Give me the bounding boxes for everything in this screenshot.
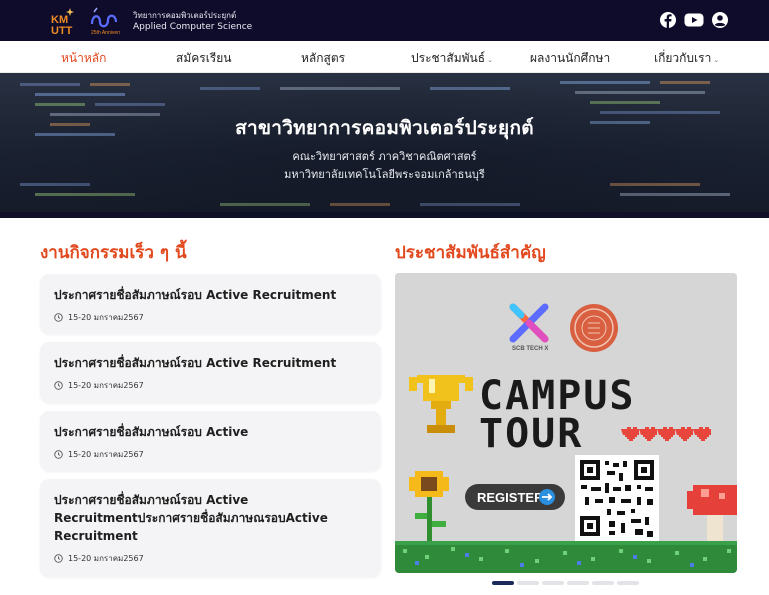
faculty-seal	[570, 304, 618, 352]
hero-title: สาขาวิทยาการคอมพิวเตอร์ประยุกต์	[235, 117, 534, 139]
svg-text:SCB TECH X: SCB TECH X	[512, 346, 548, 352]
youtube-icon[interactable]	[684, 11, 704, 29]
svg-text:TOUR: TOUR	[479, 411, 583, 457]
carousel-dot[interactable]	[517, 581, 539, 585]
org-name-en: Applied Computer Science	[133, 22, 253, 32]
account-icon[interactable]	[711, 11, 729, 29]
clock-icon	[54, 554, 63, 563]
main-nav: หน้าหลัก สมัครเรียน หลักสูตร ประชาสัมพัน…	[0, 41, 769, 73]
clock-icon	[54, 313, 63, 322]
poster-artwork: SCB TECH X CAMPUS TOUR REGISTER	[395, 273, 737, 573]
activity-title: ประกาศรายชื่อสัมภาษณ์รอบ Active	[54, 425, 249, 439]
activity-date-row: 15-20 มกราคม2567	[54, 552, 144, 565]
nav-item-label: ประชาสัมพันธ์	[411, 51, 486, 65]
chevron-down-icon: ⌄	[713, 55, 720, 64]
nav-item-curriculum[interactable]: หลักสูตร	[301, 49, 345, 68]
announcements-section-title: ประชาสัมพันธ์สำคัญ	[395, 243, 546, 263]
hero-overlay	[0, 73, 769, 218]
chevron-down-icon: ⌄	[487, 55, 493, 64]
register-button-graphic: REGISTER	[465, 484, 565, 510]
activity-date-row: 15-20 มกราคม2567	[54, 311, 144, 324]
qr-code	[575, 455, 659, 541]
kmutt-logo[interactable]: KM UTT	[50, 6, 78, 36]
hero-subtitle-university: มหาวิทยาลัยเทคโนโลยีพระจอมเกล้าธนบุรี	[284, 168, 485, 181]
activity-date: 15-20 มกราคม2567	[68, 381, 144, 390]
activity-date: 15-20 มกราคม2567	[68, 313, 144, 322]
activity-date: 15-20 มกราคม2567	[68, 450, 144, 459]
nav-item-label: หน้าหลัก	[61, 51, 107, 65]
nav-item-student-works[interactable]: ผลงานนักศึกษา	[530, 49, 610, 68]
nav-item-home[interactable]: หน้าหลัก	[61, 49, 106, 68]
acs-logo[interactable]: 25th Anniversary	[88, 6, 120, 36]
activity-card[interactable]: ประกาศรายชื่อสัมภาษณ์รอบ Active 15-20 มก…	[40, 411, 381, 471]
activity-title: ประกาศรายชื่อสัมภาษณ์รอบ Active Recruitm…	[54, 356, 337, 370]
facebook-icon[interactable]	[659, 11, 677, 29]
nav-item-label: เกี่ยวกับเรา	[654, 51, 712, 65]
nav-item-label: หลักสูตร	[301, 51, 346, 65]
activity-title: ประกาศรายชื่อสัมภาษณ์รอบ Active Recruitm…	[54, 288, 337, 302]
nav-item-label: สมัครเรียน	[176, 51, 232, 65]
nav-item-apply[interactable]: สมัครเรียน	[176, 49, 232, 68]
campus-tour-poster[interactable]: SCB TECH X CAMPUS TOUR REGISTER	[395, 273, 737, 573]
nav-item-news[interactable]: ประชาสัมพันธ์ ⌄	[411, 49, 493, 68]
pixel-grass	[395, 541, 737, 573]
carousel-dot[interactable]	[592, 581, 614, 585]
activity-card[interactable]: ประกาศรายชื่อสัมภาษณ์รอบ Active Recruitm…	[40, 342, 381, 403]
svg-text:UTT: UTT	[51, 25, 73, 36]
activity-date: 15-20 มกราคม2567	[68, 554, 144, 563]
activity-card[interactable]: ประกาศรายชื่อสัมภาษณ์รอบ Active Recruitm…	[40, 479, 381, 577]
clock-icon	[54, 450, 63, 459]
svg-text:REGISTER: REGISTER	[477, 490, 544, 505]
hero-banner: สาขาวิทยาการคอมพิวเตอร์ประยุกต์ คณะวิทยา…	[0, 73, 769, 218]
carousel-indicators	[492, 581, 639, 585]
activity-date-row: 15-20 มกราคม2567	[54, 379, 144, 392]
nav-item-label: ผลงานนักศึกษา	[530, 51, 611, 65]
clock-icon	[54, 381, 63, 390]
svg-text:25th Anniversary: 25th Anniversary	[91, 30, 120, 36]
activity-date-row: 15-20 มกราคม2567	[54, 448, 144, 461]
activity-card[interactable]: ประกาศรายชื่อสัมภาษณ์รอบ Active Recruitm…	[40, 274, 381, 334]
hero-subtitle-faculty: คณะวิทยาศาสตร์ ภาควิชาคณิตศาสตร์	[292, 150, 477, 163]
nav-item-about[interactable]: เกี่ยวกับเรา ⌄	[654, 49, 719, 68]
activity-title: ประกาศรายชื่อสัมภาษณ์รอบ Active Recruitm…	[54, 493, 328, 543]
org-name-th: วิทยาการคอมพิวเตอร์ประยุกต์	[133, 11, 237, 20]
carousel-dot[interactable]	[492, 581, 514, 585]
top-bar: KM UTT 25th Anniversary วิทยาการคอมพิวเต…	[0, 0, 769, 41]
carousel-dot[interactable]	[567, 581, 589, 585]
carousel-dot[interactable]	[617, 581, 639, 585]
carousel-dot[interactable]	[542, 581, 564, 585]
activities-section-title: งานกิจกรรมเร็ว ๆ นี้	[40, 243, 187, 263]
